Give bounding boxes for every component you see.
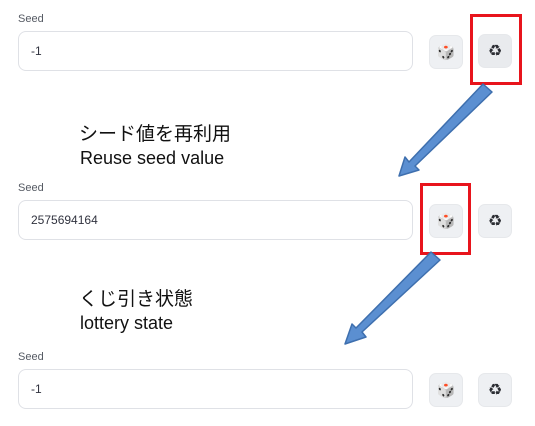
arrow-to-group-two xyxy=(398,83,493,177)
annotation-arrows xyxy=(344,83,493,345)
arrow-to-group-three xyxy=(344,251,441,345)
